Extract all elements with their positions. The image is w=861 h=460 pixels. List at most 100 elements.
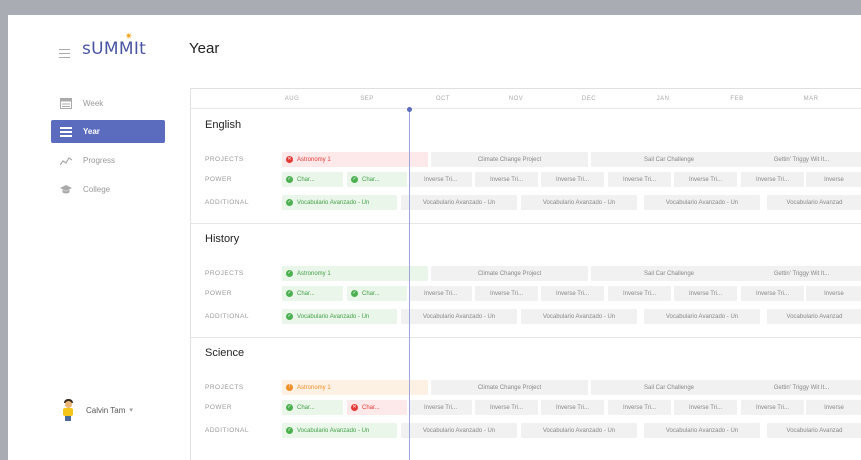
project-item[interactable]: Climate Change Project	[431, 152, 588, 167]
project-item[interactable]: Climate Change Project	[431, 380, 588, 395]
page-title: Year	[189, 40, 220, 57]
sidebar: sUMMIt ✷ Week Year Progress College Calvi…	[8, 15, 178, 460]
month-label: OCT	[435, 96, 451, 102]
calendar-week-icon	[60, 98, 72, 109]
power-task-item[interactable]: ✓ Char...	[347, 286, 407, 301]
power-task-item[interactable]: Inverse Tri...	[475, 286, 538, 301]
check-circle-icon: ✓	[286, 313, 293, 320]
additional-task-item[interactable]: Vocabulario Avanzado - Un	[521, 423, 637, 438]
power-task-item[interactable]: Inverse	[806, 286, 861, 301]
power-task-item[interactable]: Inverse Tri...	[541, 400, 604, 415]
project-item[interactable]: ✓ Astronomy 1	[282, 266, 428, 281]
power-task-item[interactable]: Inverse Tri...	[674, 172, 737, 187]
additional-task-label: Vocabulario Avanzad	[786, 313, 843, 320]
additional-task-item[interactable]: ✓ Vocabulario Avanzado - Un	[282, 309, 397, 324]
month-label: DEC	[581, 96, 597, 102]
power-task-item[interactable]: Inverse Tri...	[741, 172, 804, 187]
row-label-power: POWER	[205, 290, 233, 297]
error-circle-icon: ✕	[351, 404, 358, 411]
additional-task-item[interactable]: ✓ Vocabulario Avanzado - Un	[282, 195, 397, 210]
sidebar-item-week[interactable]: Week	[51, 92, 165, 115]
power-task-item[interactable]: Inverse Tri...	[541, 286, 604, 301]
avatar	[62, 399, 74, 421]
power-task-label: Inverse	[824, 290, 844, 297]
month-label: JAN	[656, 96, 670, 102]
power-task-item[interactable]: Inverse Tri...	[741, 286, 804, 301]
project-item[interactable]: Sail Car Challenge	[591, 380, 747, 395]
power-task-item[interactable]: Inverse Tri...	[475, 400, 538, 415]
power-task-item[interactable]: ✕ Char...	[347, 400, 407, 415]
hamburger-menu-icon[interactable]	[59, 49, 70, 58]
power-task-item[interactable]: Inverse Tri...	[409, 172, 472, 187]
power-task-label: Inverse Tri...	[489, 290, 523, 297]
year-timeline: AUG SEP OCT NOV DEC JAN FEB MAR English PROJECTS…	[190, 88, 861, 460]
error-circle-icon: ✕	[286, 156, 293, 163]
row-label-additional: ADDITIONAL	[205, 313, 250, 320]
power-task-item[interactable]: Inverse Tri...	[541, 172, 604, 187]
power-task-item[interactable]: Inverse	[806, 172, 861, 187]
sidebar-item-progress[interactable]: Progress	[51, 149, 165, 172]
power-task-item[interactable]: ✓ Char...	[347, 172, 407, 187]
power-task-item[interactable]: Inverse Tri...	[741, 400, 804, 415]
power-task-item[interactable]: Inverse	[806, 400, 861, 415]
section-title: Science	[205, 347, 245, 359]
additional-task-item[interactable]: Vocabulario Avanzado - Un	[644, 423, 760, 438]
project-label: Sail Car Challenge	[643, 156, 695, 163]
power-task-item[interactable]: Inverse Tri...	[475, 172, 538, 187]
additional-task-item[interactable]: Vocabulario Avanzado - Un	[521, 309, 637, 324]
additional-task-item[interactable]: Vocabulario Avanzado - Un	[521, 195, 637, 210]
additional-task-item[interactable]: Vocabulario Avanzado - Un	[401, 423, 517, 438]
additional-task-item[interactable]: Vocabulario Avanzad	[767, 195, 861, 210]
project-item[interactable]: Gettin' Triggy Wit It...	[741, 380, 861, 395]
warning-circle-icon: !	[286, 384, 293, 391]
additional-task-item[interactable]: Vocabulario Avanzado - Un	[401, 195, 517, 210]
user-menu[interactable]: Calvin Tam ▾	[62, 398, 133, 422]
power-task-item[interactable]: ✓ Char...	[282, 286, 343, 301]
additional-task-item[interactable]: Vocabulario Avanzad	[767, 309, 861, 324]
project-item[interactable]: ✕ Astronomy 1	[282, 152, 428, 167]
additional-task-label: Vocabulario Avanzad	[786, 199, 843, 206]
power-task-label: Inverse Tri...	[489, 404, 523, 411]
power-task-item[interactable]: Inverse Tri...	[674, 286, 737, 301]
subject-section-science: Science PROJECTS! Astronomy 1 Climate Chang…	[191, 347, 861, 460]
chevron-down-icon: ▾	[129, 407, 133, 414]
additional-task-item[interactable]: Vocabulario Avanzado - Un	[644, 195, 760, 210]
today-marker-dot[interactable]	[407, 107, 412, 112]
power-task-item[interactable]: Inverse Tri...	[409, 286, 472, 301]
row-label-projects: PROJECTS	[205, 384, 244, 391]
power-task-item[interactable]: Inverse Tri...	[674, 400, 737, 415]
power-task-label: Char...	[362, 176, 380, 183]
additional-task-label: Vocabulario Avanzado - Un	[542, 313, 616, 320]
project-item[interactable]: ! Astronomy 1	[282, 380, 428, 395]
check-circle-icon: ✓	[286, 199, 293, 206]
additional-task-item[interactable]: ✓ Vocabulario Avanzado - Un	[282, 423, 397, 438]
power-task-label: Inverse Tri...	[555, 404, 589, 411]
additional-task-label: Vocabulario Avanzado - Un	[297, 199, 370, 206]
subject-section-english: English PROJECTS ✕ Astronomy 1 Climate Chang…	[191, 119, 861, 233]
project-item[interactable]: Sail Car Challenge	[591, 152, 747, 167]
sidebar-item-year[interactable]: Year	[51, 120, 165, 143]
project-item[interactable]: Climate Change Project	[431, 266, 588, 281]
additional-task-item[interactable]: Vocabulario Avanzado - Un	[401, 309, 517, 324]
project-label: Astronomy 1	[297, 384, 331, 391]
power-task-item[interactable]: Inverse Tri...	[409, 400, 472, 415]
project-item[interactable]: Gettin' Triggy Wit It...	[741, 266, 861, 281]
power-task-item[interactable]: ✓ Char...	[282, 400, 343, 415]
project-item[interactable]: Gettin' Triggy Wit It...	[741, 152, 861, 167]
power-task-item[interactable]: Inverse Tri...	[608, 286, 671, 301]
section-divider	[191, 337, 861, 338]
month-label: FEB	[730, 96, 744, 102]
row-label-projects: PROJECTS	[205, 270, 244, 277]
project-item[interactable]: Sail Car Challenge	[591, 266, 747, 281]
row-label-power: POWER	[205, 176, 233, 183]
power-task-label: Inverse Tri...	[622, 290, 656, 297]
power-task-item[interactable]: Inverse Tri...	[608, 400, 671, 415]
additional-task-item[interactable]: Vocabulario Avanzad	[767, 423, 861, 438]
power-task-item[interactable]: Inverse Tri...	[608, 172, 671, 187]
power-task-item[interactable]: ✓ Char...	[282, 172, 343, 187]
additional-task-label: Vocabulario Avanzado - Un	[297, 427, 370, 434]
month-header: AUG SEP OCT NOV DEC JAN FEB MAR	[191, 89, 861, 109]
additional-task-item[interactable]: Vocabulario Avanzado - Un	[644, 309, 760, 324]
app-logo[interactable]: sUMMIt ✷	[82, 32, 146, 59]
sidebar-item-college[interactable]: College	[51, 178, 165, 201]
